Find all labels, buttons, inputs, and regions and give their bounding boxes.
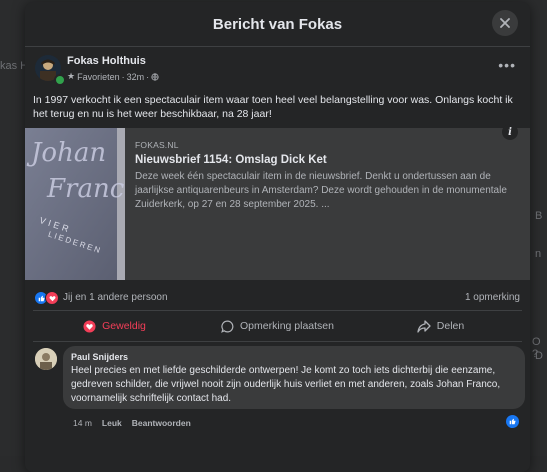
dialog-title: Bericht van Fokas — [212, 15, 343, 33]
background-text: D — [535, 350, 543, 362]
comment-icon — [221, 320, 234, 333]
comment-item: Paul Snijders Heel precies en met liefde… — [33, 346, 525, 436]
post-actions: Geweldig Opmerking plaatsen Delen — [33, 310, 522, 342]
close-button[interactable] — [492, 10, 518, 36]
dialog-header: Bericht van Fokas — [25, 2, 530, 47]
love-reaction-icon — [45, 291, 59, 305]
commenter-avatar[interactable] — [35, 348, 57, 370]
post-meta: ★ Favorieten · 32m · — [67, 71, 159, 82]
post-dialog: Bericht van Fokas Fokas Holthuis ★ Favor… — [25, 2, 530, 472]
share-button[interactable]: Delen — [359, 311, 522, 341]
comment-like-button[interactable]: Leuk — [102, 418, 122, 428]
background-text: kas H — [0, 60, 29, 72]
link-description: Deze week één spectaculair item in de ni… — [135, 171, 507, 210]
link-title[interactable]: Nieuwsbrief 1154: Omslag Dick Ket — [135, 154, 327, 166]
more-options-button[interactable]: ••• — [498, 57, 516, 73]
background-text: n — [535, 248, 542, 260]
reactions-summary: Jij en 1 andere persoon 1 opmerking — [25, 284, 530, 310]
comment-reply-button[interactable]: Beantwoorden — [132, 418, 191, 428]
share-button-label: Delen — [436, 320, 465, 332]
post-text: In 1997 verkocht ik een spectaculair ite… — [33, 94, 513, 120]
love-button[interactable]: Geweldig — [33, 311, 196, 341]
online-status-icon — [54, 74, 66, 86]
comment-like-icon[interactable] — [505, 414, 520, 429]
link-preview[interactable]: Johan Franco VIER LIEDEREN FOKAS.NL Nieu… — [25, 128, 530, 280]
meta-separator: · — [121, 71, 125, 82]
reaction-icons[interactable] — [34, 291, 59, 305]
link-thumbnail: Johan Franco VIER LIEDEREN — [25, 128, 125, 280]
star-icon: ★ — [67, 71, 76, 81]
meta-separator: · — [146, 71, 150, 82]
info-icon[interactable]: i — [502, 124, 518, 140]
heart-icon — [83, 319, 96, 333]
commenter-name[interactable]: Paul Snijders — [71, 352, 128, 362]
reactions-text[interactable]: Jij en 1 andere persoon — [63, 292, 168, 303]
background-text: B — [535, 210, 543, 222]
post-time[interactable]: 32m — [127, 72, 145, 82]
comment-count[interactable]: 1 opmerking — [465, 292, 520, 303]
love-button-label: Geweldig — [102, 320, 146, 332]
comment-bubble: Paul Snijders Heel precies en met liefde… — [63, 346, 525, 409]
link-source: FOKAS.NL — [135, 140, 179, 150]
thumbnail-title-2: Franco — [47, 174, 125, 204]
globe-icon — [151, 72, 159, 81]
comment-button-label: Opmerking plaatsen — [240, 320, 334, 332]
thumbnail-title-1: Johan — [31, 138, 107, 168]
comment-button[interactable]: Opmerking plaatsen — [196, 311, 359, 341]
comment-text: Heel precies en met liefde geschilderde … — [71, 365, 501, 404]
comment-meta: 14 m Leuk Beantwoorden — [73, 418, 191, 428]
audience-label: Favorieten — [77, 71, 120, 82]
close-icon — [500, 18, 510, 28]
share-icon — [417, 319, 431, 333]
author-name[interactable]: Fokas Holthuis — [67, 55, 146, 67]
post-header: Fokas Holthuis ★ Favorieten · 32m · ••• — [25, 47, 530, 86]
comment-time[interactable]: 14 m — [73, 418, 92, 428]
